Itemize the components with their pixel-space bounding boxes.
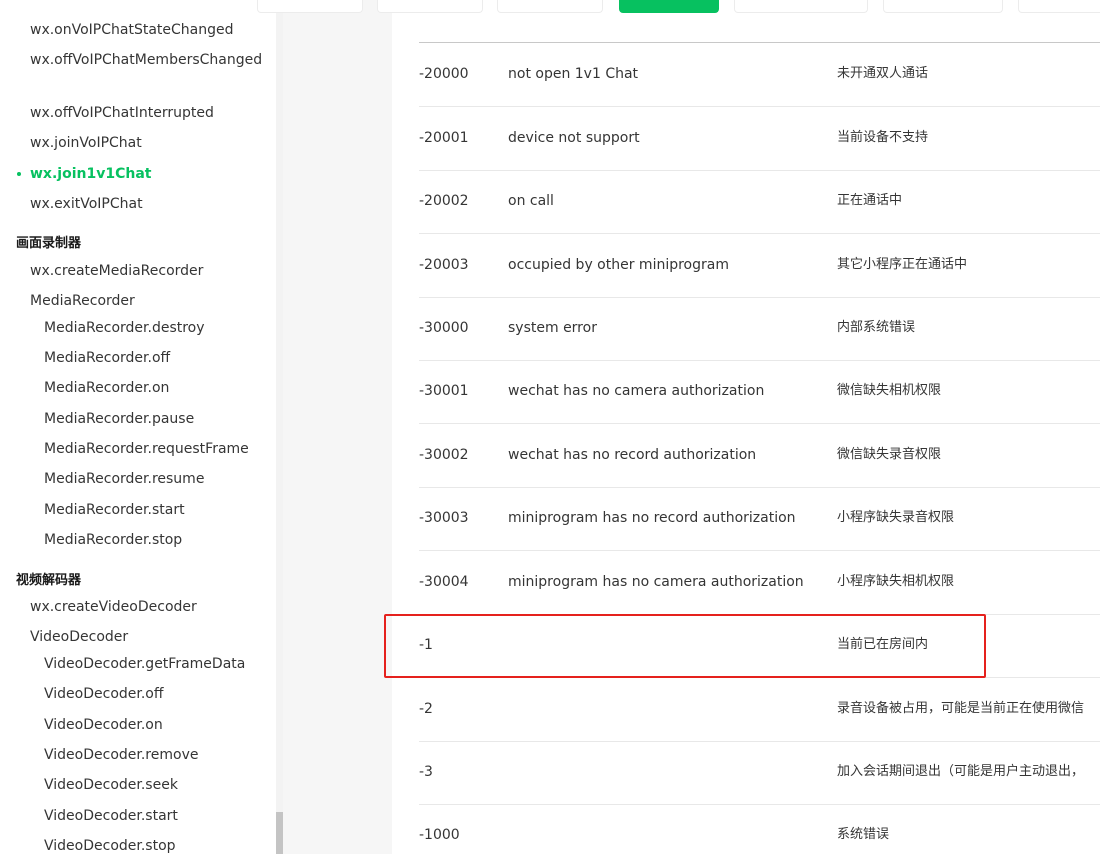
sidebar-item-videodecoder-on[interactable]: VideoDecoder.on xyxy=(44,714,163,736)
sidebar-item-mediarecorder-resume[interactable]: MediaRecorder.resume xyxy=(44,468,204,490)
table-row: -30004 miniprogram has no camera authori… xyxy=(419,551,1100,615)
sidebar-item-videodecoder-stop[interactable]: VideoDecoder.stop xyxy=(44,835,176,854)
error-message: wechat has no record authorization xyxy=(508,447,757,463)
api-sidebar: wx.onVoIPChatStateChanged wx.offVoIPChat… xyxy=(0,0,276,854)
error-code: -30002 xyxy=(419,447,469,463)
sidebar-item-mediarecorder-destroy[interactable]: MediaRecorder.destroy xyxy=(44,317,205,339)
error-description: 系统错误 xyxy=(837,827,890,842)
sidebar-item-createvideodecoder[interactable]: wx.createVideoDecoder xyxy=(30,596,197,618)
sidebar-item-mediarecorder-on[interactable]: MediaRecorder.on xyxy=(44,377,169,399)
error-code: -1000 xyxy=(419,827,460,843)
sidebar-item-mediarecorder[interactable]: MediaRecorder xyxy=(30,290,135,312)
table-row: -20000 not open 1v1 Chat 未开通双人通话 xyxy=(419,43,1100,107)
top-nav-tab-1[interactable] xyxy=(257,0,363,13)
error-code: -20001 xyxy=(419,130,469,146)
table-row: -30003 miniprogram has no record authori… xyxy=(419,487,1100,551)
top-nav-tab-3[interactable] xyxy=(497,0,603,13)
error-code: -20002 xyxy=(419,193,469,209)
sidebar-item-mediarecorder-off[interactable]: MediaRecorder.off xyxy=(44,347,170,369)
sidebar-item-videodecoder-start[interactable]: VideoDecoder.start xyxy=(44,805,178,827)
table-row: -30000 system error 内部系统错误 xyxy=(419,297,1100,361)
error-code: -30000 xyxy=(419,320,469,336)
error-description: 当前已在房间内 xyxy=(837,637,929,652)
sidebar-item-mediarecorder-start[interactable]: MediaRecorder.start xyxy=(44,499,185,521)
table-row: -3 加入会话期间退出（可能是用户主动退出， xyxy=(419,741,1100,805)
error-message: on call xyxy=(508,193,554,209)
top-nav-tab-7[interactable] xyxy=(1018,0,1100,13)
table-row: -30002 wechat has no record authorizatio… xyxy=(419,424,1100,488)
sidebar-item-onvoipchatstatechanged[interactable]: wx.onVoIPChatStateChanged xyxy=(30,19,234,41)
sidebar-item-videodecoder[interactable]: VideoDecoder xyxy=(30,626,128,648)
table-row: -20001 device not support 当前设备不支持 xyxy=(419,107,1100,171)
error-code: -30003 xyxy=(419,510,469,526)
sidebar-item-createmediarecorder[interactable]: wx.createMediaRecorder xyxy=(30,260,203,282)
table-row: -20002 on call 正在通话中 xyxy=(419,170,1100,234)
sidebar-scrollbar-thumb[interactable] xyxy=(276,812,283,854)
sidebar-item-join1v1chat[interactable]: wx.join1v1Chat xyxy=(16,163,151,185)
sidebar-section-media-recorder: 画面录制器 xyxy=(16,236,82,251)
error-message: not open 1v1 Chat xyxy=(508,66,639,82)
sidebar-section-video-decoder: 视频解码器 xyxy=(16,573,82,588)
sidebar-scrollbar-track[interactable] xyxy=(276,0,283,854)
sidebar-item-offvoipchatinterrupted[interactable]: wx.offVoIPChatInterrupted xyxy=(30,102,214,124)
error-description: 小程序缺失相机权限 xyxy=(837,574,955,589)
error-description: 内部系统错误 xyxy=(837,320,916,335)
table-row: -1000 系统错误 xyxy=(419,804,1100,867)
error-code: -1 xyxy=(419,637,433,653)
error-description: 录音设备被占用，可能是当前正在使用微信 xyxy=(837,701,1085,716)
table-row: -20003 occupied by other miniprogram 其它小… xyxy=(419,234,1100,298)
sidebar-item-videodecoder-remove[interactable]: VideoDecoder.remove xyxy=(44,744,198,766)
top-nav-tab-2[interactable] xyxy=(377,0,483,13)
error-code: -20000 xyxy=(419,66,469,82)
sidebar-item-videodecoder-seek[interactable]: VideoDecoder.seek xyxy=(44,774,178,796)
sidebar-item-offvoipchatmemberschanged[interactable]: wx.offVoIPChatMembersChanged xyxy=(30,49,262,71)
error-message: wechat has no camera authorization xyxy=(508,383,765,399)
sidebar-item-mediarecorder-requestframe[interactable]: MediaRecorder.requestFrame xyxy=(44,438,249,460)
error-code: -20003 xyxy=(419,257,469,273)
error-description: 加入会话期间退出（可能是用户主动退出， xyxy=(837,764,1085,779)
error-description: 微信缺失录音权限 xyxy=(837,447,942,462)
error-message: miniprogram has no record authorization xyxy=(508,510,796,526)
error-description: 微信缺失相机权限 xyxy=(837,383,942,398)
error-code: -30001 xyxy=(419,383,469,399)
error-code: -2 xyxy=(419,701,433,717)
error-description: 其它小程序正在通话中 xyxy=(837,257,968,272)
error-message: system error xyxy=(508,320,597,336)
sidebar-item-joinvoipchat[interactable]: wx.joinVoIPChat xyxy=(30,132,142,154)
sidebar-item-mediarecorder-pause[interactable]: MediaRecorder.pause xyxy=(44,408,194,430)
sidebar-item-exitvoipchat[interactable]: wx.exitVoIPChat xyxy=(30,193,143,215)
table-row: -2 录音设备被占用，可能是当前正在使用微信 xyxy=(419,678,1100,742)
error-code: -3 xyxy=(419,764,433,780)
error-description: 当前设备不支持 xyxy=(837,130,929,145)
table-row: -1 当前已在房间内 xyxy=(419,614,1100,678)
error-message: miniprogram has no camera authorization xyxy=(508,574,804,590)
sidebar-item-videodecoder-off[interactable]: VideoDecoder.off xyxy=(44,683,164,705)
top-nav-tab-6[interactable] xyxy=(883,0,1003,13)
error-code: -30004 xyxy=(419,574,469,590)
sidebar-item-videodecoder-getframedata[interactable]: VideoDecoder.getFrameData xyxy=(44,653,245,675)
top-nav-tab-5[interactable] xyxy=(734,0,868,13)
error-description: 正在通话中 xyxy=(837,193,903,208)
error-message: device not support xyxy=(508,130,640,146)
error-message: occupied by other miniprogram xyxy=(508,257,729,273)
sidebar-item-mediarecorder-stop[interactable]: MediaRecorder.stop xyxy=(44,529,182,551)
error-description: 未开通双人通话 xyxy=(837,66,929,81)
top-nav-tab-active[interactable] xyxy=(619,0,719,13)
error-description: 小程序缺失录音权限 xyxy=(837,510,955,525)
table-row: -30001 wechat has no camera authorizatio… xyxy=(419,360,1100,424)
